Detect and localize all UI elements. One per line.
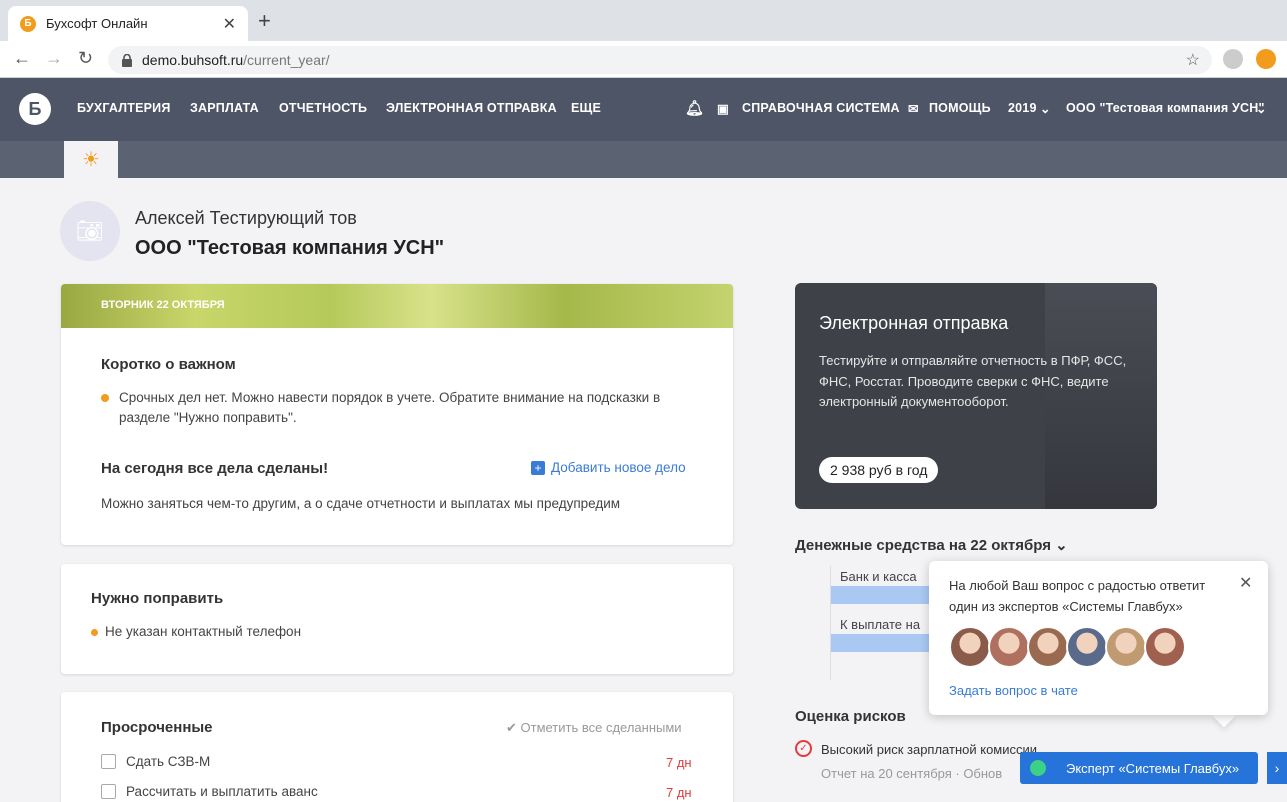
company-name: ООО "Тестовая компания УСН" xyxy=(135,237,445,259)
book-icon: ▣ xyxy=(717,102,730,116)
expert-avatar xyxy=(1105,626,1147,668)
help-system-link[interactable]: СПРАВОЧНАЯ СИСТЕМА xyxy=(742,101,900,115)
expert-avatar xyxy=(1027,626,1069,668)
chevron-down-icon: ⌄ xyxy=(1256,102,1267,116)
bullet-icon xyxy=(101,394,109,402)
mail-icon: ✉ xyxy=(908,102,919,116)
task-label: Рассчитать и выплатить аванс xyxy=(126,784,318,799)
url-host: demo.buhsoft.ru xyxy=(142,52,244,68)
day-card: ВТОРНИК 22 ОКТЯБРЯ Коротко о важном Сроч… xyxy=(61,284,733,545)
sun-icon[interactable]: ☀ xyxy=(64,141,118,178)
star-icon[interactable]: ☆ xyxy=(1186,50,1200,70)
expert-avatar xyxy=(988,626,1030,668)
done-title: На сегодня все дела сделаны! xyxy=(101,460,329,477)
new-tab-button[interactable]: + xyxy=(258,8,271,34)
fix-title: Нужно поправить xyxy=(91,590,224,607)
promo-title: Электронная отправка xyxy=(819,313,1009,333)
add-task-label: Добавить новое дело xyxy=(551,460,686,475)
menu-more[interactable]: ЕЩЕ xyxy=(571,101,601,115)
logo[interactable]: Б xyxy=(19,93,51,125)
fix-item[interactable]: Не указан контактный телефон xyxy=(105,622,301,642)
sub-navigation xyxy=(0,141,1287,178)
expert-popup: На любой Ваш вопрос с радостью ответит о… xyxy=(929,561,1268,715)
year-selector[interactable]: 2019 xyxy=(1008,101,1037,115)
menu-reports[interactable]: ОТЧЕТНОСТЬ xyxy=(279,101,367,115)
extension-icon[interactable] xyxy=(1256,49,1276,69)
close-tab-icon[interactable]: ✕ xyxy=(223,14,236,34)
camera-icon[interactable]: 📷︎ xyxy=(60,201,120,261)
money-row-label: Банк и касса xyxy=(840,569,917,584)
url-path: /current_year/ xyxy=(243,52,330,68)
overdue-title: Просроченные xyxy=(101,719,213,736)
menu-salary[interactable]: ЗАРПЛАТА xyxy=(190,101,259,115)
user-name: Алексей Тестирующий тов xyxy=(135,208,357,228)
lock-icon xyxy=(122,53,132,67)
task-checkbox[interactable] xyxy=(101,784,116,799)
important-text: Срочных дел нет. Можно навести порядок в… xyxy=(119,390,661,425)
expert-avatar xyxy=(1066,626,1108,668)
address-bar[interactable]: demo.buhsoft.ru/current_year/ ☆ xyxy=(108,46,1212,74)
banner-date: ВТОРНИК 22 ОКТЯБРЯ xyxy=(101,299,225,311)
plus-icon: + xyxy=(531,460,545,475)
expert-chat-button[interactable]: Эксперт «Системы Главбух» xyxy=(1020,752,1258,784)
money-axis xyxy=(830,566,831,680)
chevron-down-icon: ⌄ xyxy=(1055,537,1068,554)
chevron-down-icon: ⌄ xyxy=(1040,102,1051,116)
money-title-label: Денежные средства на 22 октября xyxy=(795,537,1051,554)
task-checkbox[interactable] xyxy=(101,754,116,769)
money-bar xyxy=(831,586,931,604)
back-arrow-icon[interactable]: ← xyxy=(13,48,31,69)
close-icon[interactable]: ✕ xyxy=(1239,573,1252,593)
chevron-right-icon[interactable]: › xyxy=(1267,752,1287,784)
mark-all-button[interactable]: ✔ Отметить все сделанными xyxy=(506,720,682,736)
chat-bubble-icon xyxy=(1030,760,1046,776)
date-banner: ВТОРНИК 22 ОКТЯБРЯ xyxy=(61,284,733,328)
chat-label: Эксперт «Системы Главбух» xyxy=(1066,760,1240,776)
bullet-icon xyxy=(91,629,98,636)
bell-icon[interactable]: 🔔︎ xyxy=(685,99,704,117)
overdue-card: Просроченные ✔ Отметить все сделанными С… xyxy=(61,692,733,802)
e-sending-promo[interactable]: Электронная отправка Тестируйте и отправ… xyxy=(795,283,1157,509)
money-bar xyxy=(831,634,931,652)
task-days: 7 дн xyxy=(666,785,692,800)
expert-avatar xyxy=(1144,626,1186,668)
promo-price-button[interactable]: 2 938 руб в год xyxy=(819,457,939,483)
menu-accounting[interactable]: БУХГАЛТЕРИЯ xyxy=(77,101,171,115)
add-task-button[interactable]: + Добавить новое дело xyxy=(531,460,686,475)
task-label: Сдать СЗВ-М xyxy=(126,754,211,769)
forward-arrow-icon[interactable]: → xyxy=(45,48,63,69)
menu-e-sending[interactable]: ЭЛЕКТРОННАЯ ОТПРАВКА xyxy=(386,101,557,115)
task-days: 7 дн xyxy=(666,755,692,770)
ask-chat-link[interactable]: Задать вопрос в чате xyxy=(949,683,1078,698)
fix-card: Нужно поправить Не указан контактный тел… xyxy=(61,564,733,674)
profile-avatar-icon[interactable] xyxy=(1223,49,1243,69)
risk-title: Оценка рисков xyxy=(795,708,906,725)
favicon-icon: Б xyxy=(20,15,36,32)
risk-item[interactable]: Высокий риск зарплатной комиссии xyxy=(821,742,1037,757)
browser-tab[interactable]: Б Бухсофт Онлайн ✕ xyxy=(8,6,248,41)
popup-text: На любой Ваш вопрос с радостью ответит о… xyxy=(949,578,1206,614)
org-selector[interactable]: ООО "Тестовая компания УСН" xyxy=(1066,101,1265,115)
expert-avatar xyxy=(949,626,991,668)
help-link[interactable]: ПОМОЩЬ xyxy=(929,101,991,115)
reload-icon[interactable]: ↻ xyxy=(78,48,93,69)
risk-subtext: Отчет на 20 сентября · Обнов xyxy=(821,766,1003,781)
check-circle-icon: ✓ xyxy=(795,740,812,757)
done-text: Можно заняться чем-то другим, а о сдаче … xyxy=(101,496,621,511)
promo-description: Тестируйте и отправляйте отчетность в ПФ… xyxy=(819,353,1127,409)
important-title: Коротко о важном xyxy=(101,356,236,373)
tab-title: Бухсофт Онлайн xyxy=(46,16,148,31)
money-title[interactable]: Денежные средства на 22 октября ⌄ xyxy=(795,536,1068,554)
money-row-label: К выплате на xyxy=(840,617,921,632)
